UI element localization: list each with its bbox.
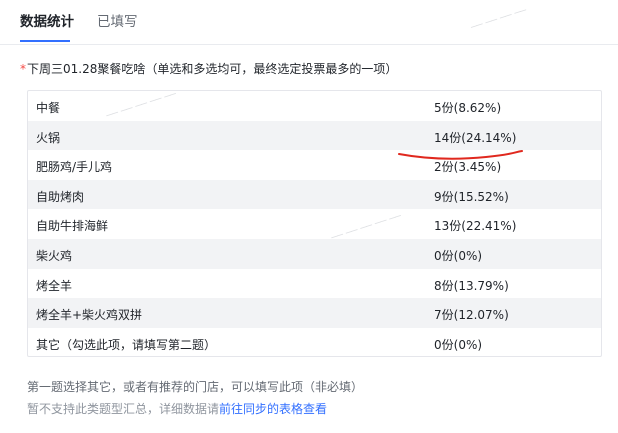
table-row: 其它（勾选此项，请填写第二题） 0份(0%) xyxy=(28,328,601,356)
option-label: 烤全羊+柴火鸡双拼 xyxy=(36,308,143,323)
tab-data-stats[interactable]: 数据统计 xyxy=(20,10,74,30)
table-row: 自助牛排海鲜 13份(22.41%) xyxy=(28,209,601,239)
option-count: 9份(15.52%) xyxy=(434,189,509,204)
option-count: 7份(12.07%) xyxy=(434,308,509,323)
question-title: *下周三01.28聚餐吃啥（单选和多选均可，最终选定投票最多的一项） xyxy=(20,60,397,77)
option-label: 柴火鸡 xyxy=(36,248,73,263)
option-label: 自助烤肉 xyxy=(36,189,85,204)
option-count: 5份(8.62%) xyxy=(434,101,502,115)
tab-filled[interactable]: 已填写 xyxy=(97,10,138,30)
optional-question-note: 第一题选择其它，或者有推荐的门店，可以填写此项（非必填） xyxy=(27,380,364,394)
table-row: 烤全羊+柴火鸡双拼 7份(12.07%) xyxy=(28,298,601,328)
option-label: 烤全羊 xyxy=(36,278,73,293)
option-label: 中餐 xyxy=(36,101,61,115)
option-count: 8份(13.79%) xyxy=(434,278,509,293)
option-label: 自助牛排海鲜 xyxy=(36,219,109,234)
table-row: 自助烤肉 9份(15.52%) xyxy=(28,179,601,210)
unsupported-summary-note: 暂不支持此类题型汇总，详细数据请前往同步的表格查看 xyxy=(27,400,327,417)
active-tab-indicator xyxy=(20,40,70,42)
open-synced-sheet-link[interactable]: 前往同步的表格查看 xyxy=(219,402,327,416)
option-count: 14份(24.14%) xyxy=(434,130,517,145)
option-count: 0份(0%) xyxy=(434,337,483,352)
table-row: 烤全羊 8份(13.79%) xyxy=(28,269,601,299)
table-row: 火锅 14份(24.14%) xyxy=(28,120,601,151)
option-count: 0份(0%) xyxy=(434,248,483,263)
option-count: 13份(22.41%) xyxy=(434,219,517,234)
question-text: 下周三01.28聚餐吃啥（单选和多选均可，最终选定投票最多的一项） xyxy=(27,62,398,76)
required-mark: * xyxy=(20,62,26,76)
tab-bar: 数据统计 已填写 xyxy=(0,0,618,45)
unsupported-text: 暂不支持此类题型汇总，详细数据请 xyxy=(27,402,220,416)
results-table: 中餐 5份(8.62%) 火锅 14份(24.14%) 肥肠鸡/手儿鸡 2份(3… xyxy=(27,90,602,357)
handwritten-underline-annotation xyxy=(398,150,523,160)
option-label: 肥肠鸡/手儿鸡 xyxy=(36,160,113,175)
table-row: 中餐 5份(8.62%) xyxy=(28,91,601,121)
option-label: 其它（勾选此项，请填写第二题） xyxy=(36,337,217,352)
option-label: 火锅 xyxy=(36,130,61,145)
table-row: 柴火鸡 0份(0%) xyxy=(28,238,601,269)
